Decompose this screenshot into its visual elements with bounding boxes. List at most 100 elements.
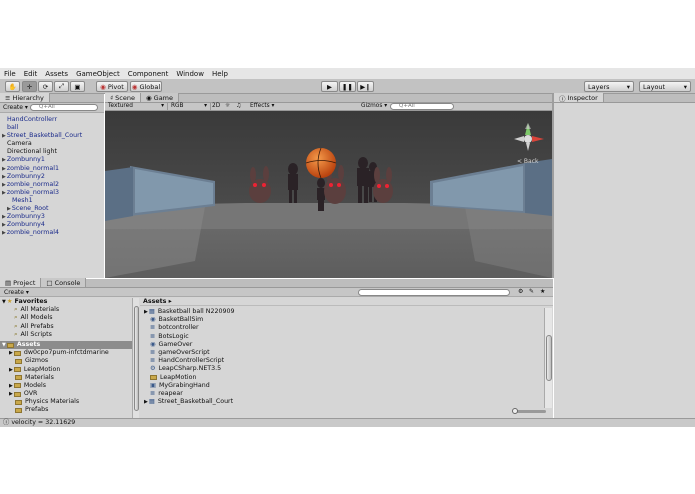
asset-folder[interactable]: ▶ OVR bbox=[0, 390, 132, 398]
asset-folder[interactable]: ▶ LeapMotion bbox=[0, 366, 132, 374]
pivot-toggle[interactable]: ◉ Pivot bbox=[96, 81, 128, 92]
global-toggle[interactable]: ◉ Global bbox=[130, 81, 162, 92]
expand-arrow-icon[interactable]: ▶ bbox=[9, 366, 13, 374]
asset-file[interactable]: ⚙ LeapCSharp.NET3.5 bbox=[144, 365, 553, 373]
icon-size-slider[interactable] bbox=[512, 408, 546, 414]
assets-root[interactable]: ▼ Assets bbox=[0, 340, 132, 350]
asset-folder[interactable]: ▶ Models bbox=[0, 382, 132, 390]
tab-game[interactable]: ◉ Game bbox=[140, 93, 180, 102]
scale-tool-icon[interactable]: ⤢ bbox=[54, 81, 69, 92]
file-list-scrollbar[interactable] bbox=[544, 308, 552, 408]
hierarchy-item[interactable]: ▶Street_Basketball_Court bbox=[0, 132, 104, 140]
gizmos-dropdown[interactable]: Gizmos ▾ bbox=[361, 103, 389, 109]
hierarchy-item[interactable]: ▶zombie_normal3 bbox=[0, 189, 104, 197]
expand-arrow-icon[interactable]: ▶ bbox=[9, 382, 13, 390]
tab-scene[interactable]: ♯ Scene bbox=[105, 93, 141, 102]
project-create-button[interactable]: Create ▾ bbox=[4, 289, 29, 296]
asset-folder[interactable]: Physics Materials bbox=[0, 398, 132, 406]
tab-inspector[interactable]: ⓘ Inspector bbox=[554, 93, 604, 103]
expand-arrow-icon[interactable]: ▶ bbox=[7, 206, 11, 212]
hierarchy-item[interactable]: ▶zombie_normal2 bbox=[0, 181, 104, 189]
favorites-header[interactable]: ▼ ★ Favorites bbox=[0, 298, 132, 306]
hierarchy-search-input[interactable]: Q+All bbox=[30, 104, 98, 111]
expand-arrow-icon[interactable]: ▶ bbox=[144, 308, 148, 316]
hand-tool-icon[interactable]: ✋ bbox=[5, 81, 20, 92]
tree-scrollbar-thumb[interactable] bbox=[134, 306, 139, 411]
menu-item-gameobject[interactable]: GameObject bbox=[76, 70, 120, 78]
file-list-scrollbar-thumb[interactable] bbox=[546, 335, 552, 381]
shading-mode-dropdown[interactable]: Textured ▾ bbox=[108, 103, 168, 111]
asset-folder[interactable]: Materials bbox=[0, 374, 132, 382]
layout-dropdown[interactable]: Layout ▾ bbox=[639, 81, 691, 92]
project-search-input[interactable] bbox=[358, 289, 510, 296]
menu-item-file[interactable]: File bbox=[4, 70, 16, 78]
scene-search-input[interactable]: Q+All bbox=[390, 103, 454, 110]
pause-button[interactable]: ❚❚ bbox=[339, 81, 356, 92]
asset-file[interactable]: ≣ BotsLogic bbox=[144, 333, 553, 341]
rect-tool-icon[interactable]: ▣ bbox=[70, 81, 85, 92]
menu-item-window[interactable]: Window bbox=[176, 70, 204, 78]
layers-dropdown[interactable]: Layers ▾ bbox=[584, 81, 634, 92]
expand-arrow-icon[interactable]: ▶ bbox=[2, 214, 6, 220]
filter-type-icon[interactable]: ⚙ bbox=[518, 288, 523, 295]
hierarchy-item[interactable]: ▶Zombunny4 bbox=[0, 221, 104, 229]
tab-hierarchy[interactable]: ≡ Hierarchy bbox=[0, 93, 50, 102]
favorite-item[interactable]: ⌕ All Materials bbox=[0, 306, 132, 314]
asset-file[interactable]: ◉ BasketBallSim bbox=[144, 316, 553, 324]
tab-console[interactable]: □ Console bbox=[41, 278, 87, 287]
hierarchy-item[interactable]: ▶Zombunny2 bbox=[0, 173, 104, 181]
asset-file[interactable]: ▣ MyGrabingHand bbox=[144, 382, 553, 390]
hierarchy-item[interactable]: Camera bbox=[0, 140, 104, 148]
move-tool-icon[interactable]: ✛ bbox=[22, 81, 37, 92]
favorite-item[interactable]: ⌕ All Prefabs bbox=[0, 323, 132, 331]
icon-size-slider-handle[interactable] bbox=[512, 408, 518, 414]
expand-arrow-icon[interactable]: ▶ bbox=[144, 398, 148, 406]
asset-file[interactable]: ≣ reapear bbox=[144, 390, 553, 398]
expand-arrow-icon[interactable]: ▶ bbox=[2, 166, 6, 172]
expand-arrow-icon[interactable]: ▶ bbox=[9, 349, 13, 357]
asset-file[interactable]: ≣ gameOverScript bbox=[144, 349, 553, 357]
expand-arrow-icon[interactable]: ▶ bbox=[2, 133, 6, 139]
asset-file[interactable]: ≣ botcontroller bbox=[144, 324, 553, 332]
asset-file[interactable]: LeapMotion bbox=[144, 374, 553, 382]
hierarchy-item[interactable]: Mesh1 bbox=[0, 197, 104, 205]
menu-item-component[interactable]: Component bbox=[128, 70, 169, 78]
render-mode-dropdown[interactable]: RGB ▾ bbox=[171, 103, 211, 111]
asset-folder[interactable]: Prefabs bbox=[0, 406, 132, 414]
hierarchy-item[interactable]: ▶Zombunny3 bbox=[0, 213, 104, 221]
asset-folder[interactable]: Gizmos bbox=[0, 357, 132, 365]
expand-arrow-icon[interactable]: ▶ bbox=[2, 157, 6, 163]
menu-item-edit[interactable]: Edit bbox=[24, 70, 38, 78]
hierarchy-create-button[interactable]: Create ▾ bbox=[3, 104, 28, 111]
expand-arrow-icon[interactable]: ▶ bbox=[2, 190, 6, 196]
expand-arrow-icon[interactable]: ▶ bbox=[2, 222, 6, 228]
2d-toggle[interactable]: 2D bbox=[212, 103, 224, 109]
favorite-item[interactable]: ⌕ All Models bbox=[0, 314, 132, 322]
expand-arrow-icon[interactable]: ▶ bbox=[2, 174, 6, 180]
audio-toggle-icon[interactable]: ♫ bbox=[236, 103, 246, 109]
filter-label-icon[interactable]: ✎ bbox=[529, 288, 534, 295]
expand-arrow-icon[interactable]: ▶ bbox=[2, 182, 6, 188]
asset-file[interactable]: ≣ HandControllerScript bbox=[144, 357, 553, 365]
scene-viewport[interactable]: < Back bbox=[105, 111, 552, 278]
effects-dropdown[interactable]: Effects ▾ bbox=[250, 103, 278, 109]
hierarchy-item[interactable]: HandControllerr bbox=[0, 116, 104, 124]
tab-project[interactable]: ▤ Project bbox=[0, 278, 42, 287]
expand-arrow-icon[interactable]: ▶ bbox=[9, 390, 13, 398]
hierarchy-item[interactable]: ▶Zombunny1 bbox=[0, 156, 104, 164]
rotate-tool-icon[interactable]: ⟳ bbox=[38, 81, 53, 92]
hierarchy-item[interactable]: ball bbox=[0, 124, 104, 132]
basketball-ball[interactable] bbox=[305, 147, 337, 179]
favorite-item[interactable]: ⌕ All Scripts bbox=[0, 331, 132, 339]
menu-item-help[interactable]: Help bbox=[212, 70, 228, 78]
asset-file[interactable]: ◉ GameOver bbox=[144, 341, 553, 349]
hierarchy-item[interactable]: ▶Scene_Root bbox=[0, 205, 104, 213]
breadcrumb[interactable]: Assets ▸ bbox=[140, 298, 553, 306]
hierarchy-item[interactable]: ▶zombie_normal4 bbox=[0, 229, 104, 237]
menu-item-assets[interactable]: Assets bbox=[45, 70, 68, 78]
step-button[interactable]: ▶❙ bbox=[357, 81, 374, 92]
hierarchy-item[interactable]: ▶zombie_normal1 bbox=[0, 165, 104, 173]
asset-folder[interactable]: ▶ dw0cpo7pum-infctdmarine bbox=[0, 349, 132, 357]
play-button[interactable]: ▶ bbox=[321, 81, 338, 92]
asset-file[interactable]: ▶ ▦ Basketball ball N220909 bbox=[144, 308, 553, 316]
